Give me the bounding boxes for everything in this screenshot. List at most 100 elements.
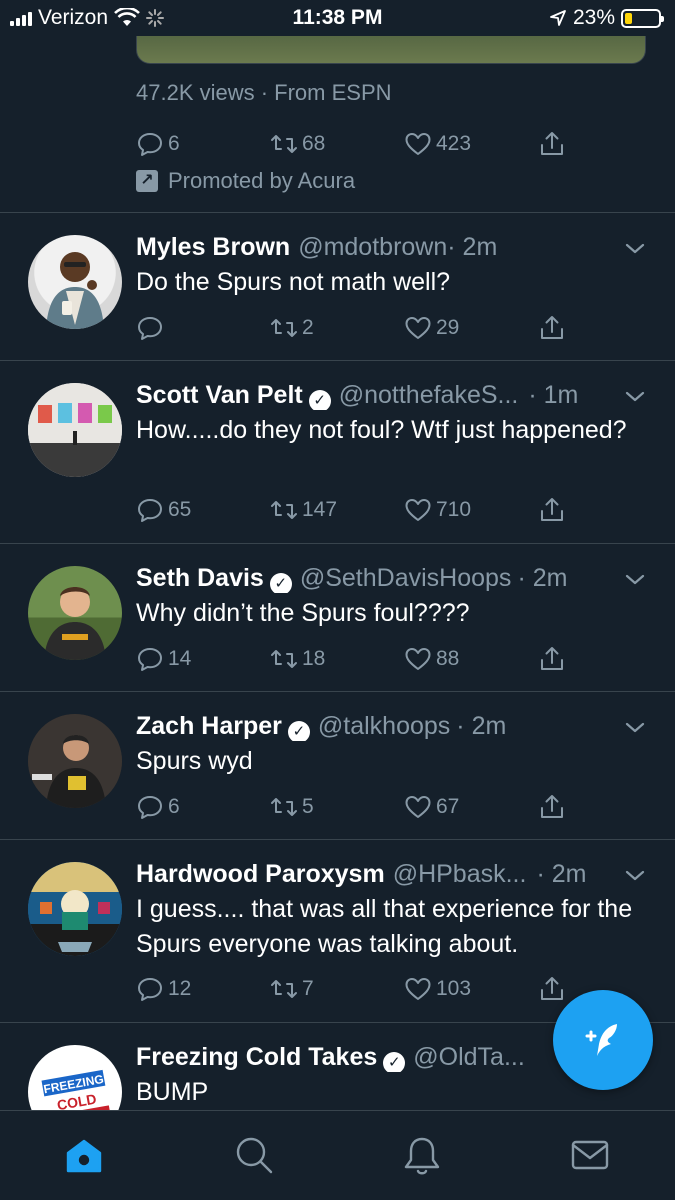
reply-button[interactable]: 14 bbox=[136, 642, 191, 676]
like-count: 29 bbox=[436, 316, 460, 339]
compose-tweet-button[interactable] bbox=[553, 990, 653, 1090]
reply-count: 6 bbox=[168, 132, 180, 155]
author-name[interactable]: Scott Van Pelt bbox=[136, 381, 303, 410]
author-name[interactable]: Zach Harper bbox=[136, 712, 282, 741]
tweet-options-button[interactable] bbox=[623, 385, 647, 409]
like-button[interactable]: 423 bbox=[404, 127, 471, 161]
promoted-label[interactable]: ↗ Promoted by Acura bbox=[136, 168, 355, 194]
author-handle[interactable]: @HPbask... bbox=[393, 860, 527, 889]
tweet[interactable]: Zach Harper ✓ @talkhoops · 2m Spurs wyd … bbox=[0, 692, 675, 840]
author-name[interactable]: Seth Davis bbox=[136, 564, 264, 593]
tweet-header: Zach Harper ✓ @talkhoops · 2m bbox=[136, 712, 615, 741]
tab-notifications[interactable] bbox=[400, 1133, 444, 1177]
share-button[interactable] bbox=[538, 790, 566, 824]
share-icon bbox=[541, 977, 563, 1000]
reply-count: 12 bbox=[168, 977, 192, 1000]
like-icon bbox=[405, 317, 431, 339]
retweet-button[interactable]: 18 bbox=[270, 642, 325, 676]
tweet-time: · 2m bbox=[447, 233, 498, 261]
messages-icon bbox=[571, 1140, 609, 1170]
avatar[interactable] bbox=[28, 235, 122, 329]
notifications-icon bbox=[404, 1137, 440, 1175]
share-button[interactable] bbox=[538, 493, 566, 527]
like-button[interactable]: 103 bbox=[404, 972, 471, 1006]
tweet[interactable]: Myles Brown @mdotbrown · 2m Do the Spurs… bbox=[0, 213, 675, 361]
retweet-button[interactable]: 68 bbox=[270, 127, 325, 161]
like-button[interactable]: 710 bbox=[404, 493, 471, 527]
tweet-text: I guess.... that was all that experience… bbox=[136, 895, 633, 958]
tweet[interactable]: Seth Davis ✓ @SethDavisHoops · 2m Why di… bbox=[0, 544, 675, 692]
share-icon bbox=[541, 795, 563, 818]
status-bar: Verizon 11:38 PM 23% bbox=[0, 0, 675, 36]
author-handle[interactable]: @mdotbrown bbox=[298, 233, 447, 262]
tab-messages[interactable] bbox=[568, 1133, 612, 1177]
tweet-text: Why didn’t the Spurs foul???? bbox=[136, 599, 470, 627]
caret-down-icon bbox=[625, 243, 645, 254]
retweet-button[interactable]: 5 bbox=[270, 790, 314, 824]
verified-badge-icon: ✓ bbox=[308, 390, 331, 410]
reply-button[interactable]: 6 bbox=[136, 790, 180, 824]
tweet-options-button[interactable] bbox=[623, 864, 647, 888]
reply-icon bbox=[138, 133, 162, 156]
reply-button[interactable]: 65 bbox=[136, 493, 191, 527]
reply-button[interactable]: 6 bbox=[136, 127, 180, 161]
tweet-header: Freezing Cold Takes ✓ @OldTa... bbox=[136, 1043, 615, 1072]
share-icon bbox=[541, 132, 563, 155]
tweet-text: Spurs wyd bbox=[136, 747, 253, 775]
retweet-count: 2 bbox=[302, 316, 314, 339]
caret-down-icon bbox=[625, 391, 645, 402]
avatar[interactable] bbox=[28, 714, 122, 808]
avatar[interactable]: FREEZINGCOLDTAKES bbox=[28, 1045, 122, 1110]
verified-badge-icon: ✓ bbox=[383, 1052, 406, 1072]
caret-down-icon bbox=[625, 870, 645, 881]
reply-count: 65 bbox=[168, 498, 192, 521]
retweet-count: 5 bbox=[302, 795, 314, 818]
tweet[interactable]: Scott Van Pelt ✓ @notthefakeS... · 1m Ho… bbox=[0, 361, 675, 544]
reply-button[interactable] bbox=[136, 311, 168, 345]
like-count: 423 bbox=[436, 132, 472, 155]
tweet-header: Seth Davis ✓ @SethDavisHoops · 2m bbox=[136, 564, 615, 593]
battery-icon bbox=[621, 8, 664, 28]
compose-icon bbox=[585, 1024, 617, 1056]
tweet-options-button[interactable] bbox=[623, 568, 647, 592]
author-handle[interactable]: @talkhoops bbox=[318, 712, 450, 741]
tab-search[interactable] bbox=[232, 1133, 276, 1177]
author-name[interactable]: Myles Brown bbox=[136, 233, 290, 262]
share-button[interactable] bbox=[538, 311, 566, 345]
retweet-button[interactable]: 7 bbox=[270, 972, 314, 1006]
tweet-time: · 2m bbox=[536, 860, 587, 888]
verified-badge-icon: ✓ bbox=[269, 573, 292, 593]
avatar[interactable] bbox=[28, 383, 122, 477]
tweet[interactable]: Hardwood Paroxysm @HPbask... · 2m I gues… bbox=[0, 840, 675, 1023]
caret-down-icon bbox=[625, 722, 645, 733]
tweet-header: Myles Brown @mdotbrown · 2m bbox=[136, 233, 615, 262]
like-button[interactable]: 29 bbox=[404, 311, 459, 345]
reply-icon bbox=[138, 648, 162, 671]
author-handle[interactable]: @notthefakeS... bbox=[339, 381, 519, 410]
retweet-icon bbox=[271, 135, 297, 153]
like-button[interactable]: 88 bbox=[404, 642, 459, 676]
bottom-tab-bar bbox=[0, 1110, 675, 1200]
author-handle[interactable]: @OldTa... bbox=[413, 1043, 525, 1072]
share-button[interactable] bbox=[538, 642, 566, 676]
share-button[interactable] bbox=[538, 127, 566, 161]
reply-icon bbox=[138, 978, 162, 1001]
avatar[interactable] bbox=[28, 566, 122, 660]
retweet-button[interactable]: 147 bbox=[270, 493, 337, 527]
loading-spinner-icon bbox=[146, 9, 165, 27]
avatar[interactable] bbox=[28, 862, 122, 956]
reply-icon bbox=[138, 796, 162, 819]
tweet-options-button[interactable] bbox=[623, 716, 647, 740]
reply-button[interactable]: 12 bbox=[136, 972, 191, 1006]
share-icon bbox=[541, 316, 563, 339]
verified-badge-icon: ✓ bbox=[287, 721, 310, 741]
retweet-button[interactable]: 2 bbox=[270, 311, 314, 345]
share-button[interactable] bbox=[538, 972, 566, 1006]
author-handle[interactable]: @SethDavisHoops bbox=[300, 564, 512, 593]
tweet-time: · 2m bbox=[517, 564, 568, 592]
like-button[interactable]: 67 bbox=[404, 790, 459, 824]
author-name[interactable]: Freezing Cold Takes bbox=[136, 1043, 377, 1072]
tab-home[interactable] bbox=[62, 1133, 106, 1177]
author-name[interactable]: Hardwood Paroxysm bbox=[136, 860, 385, 889]
tweet-options-button[interactable] bbox=[623, 237, 647, 261]
